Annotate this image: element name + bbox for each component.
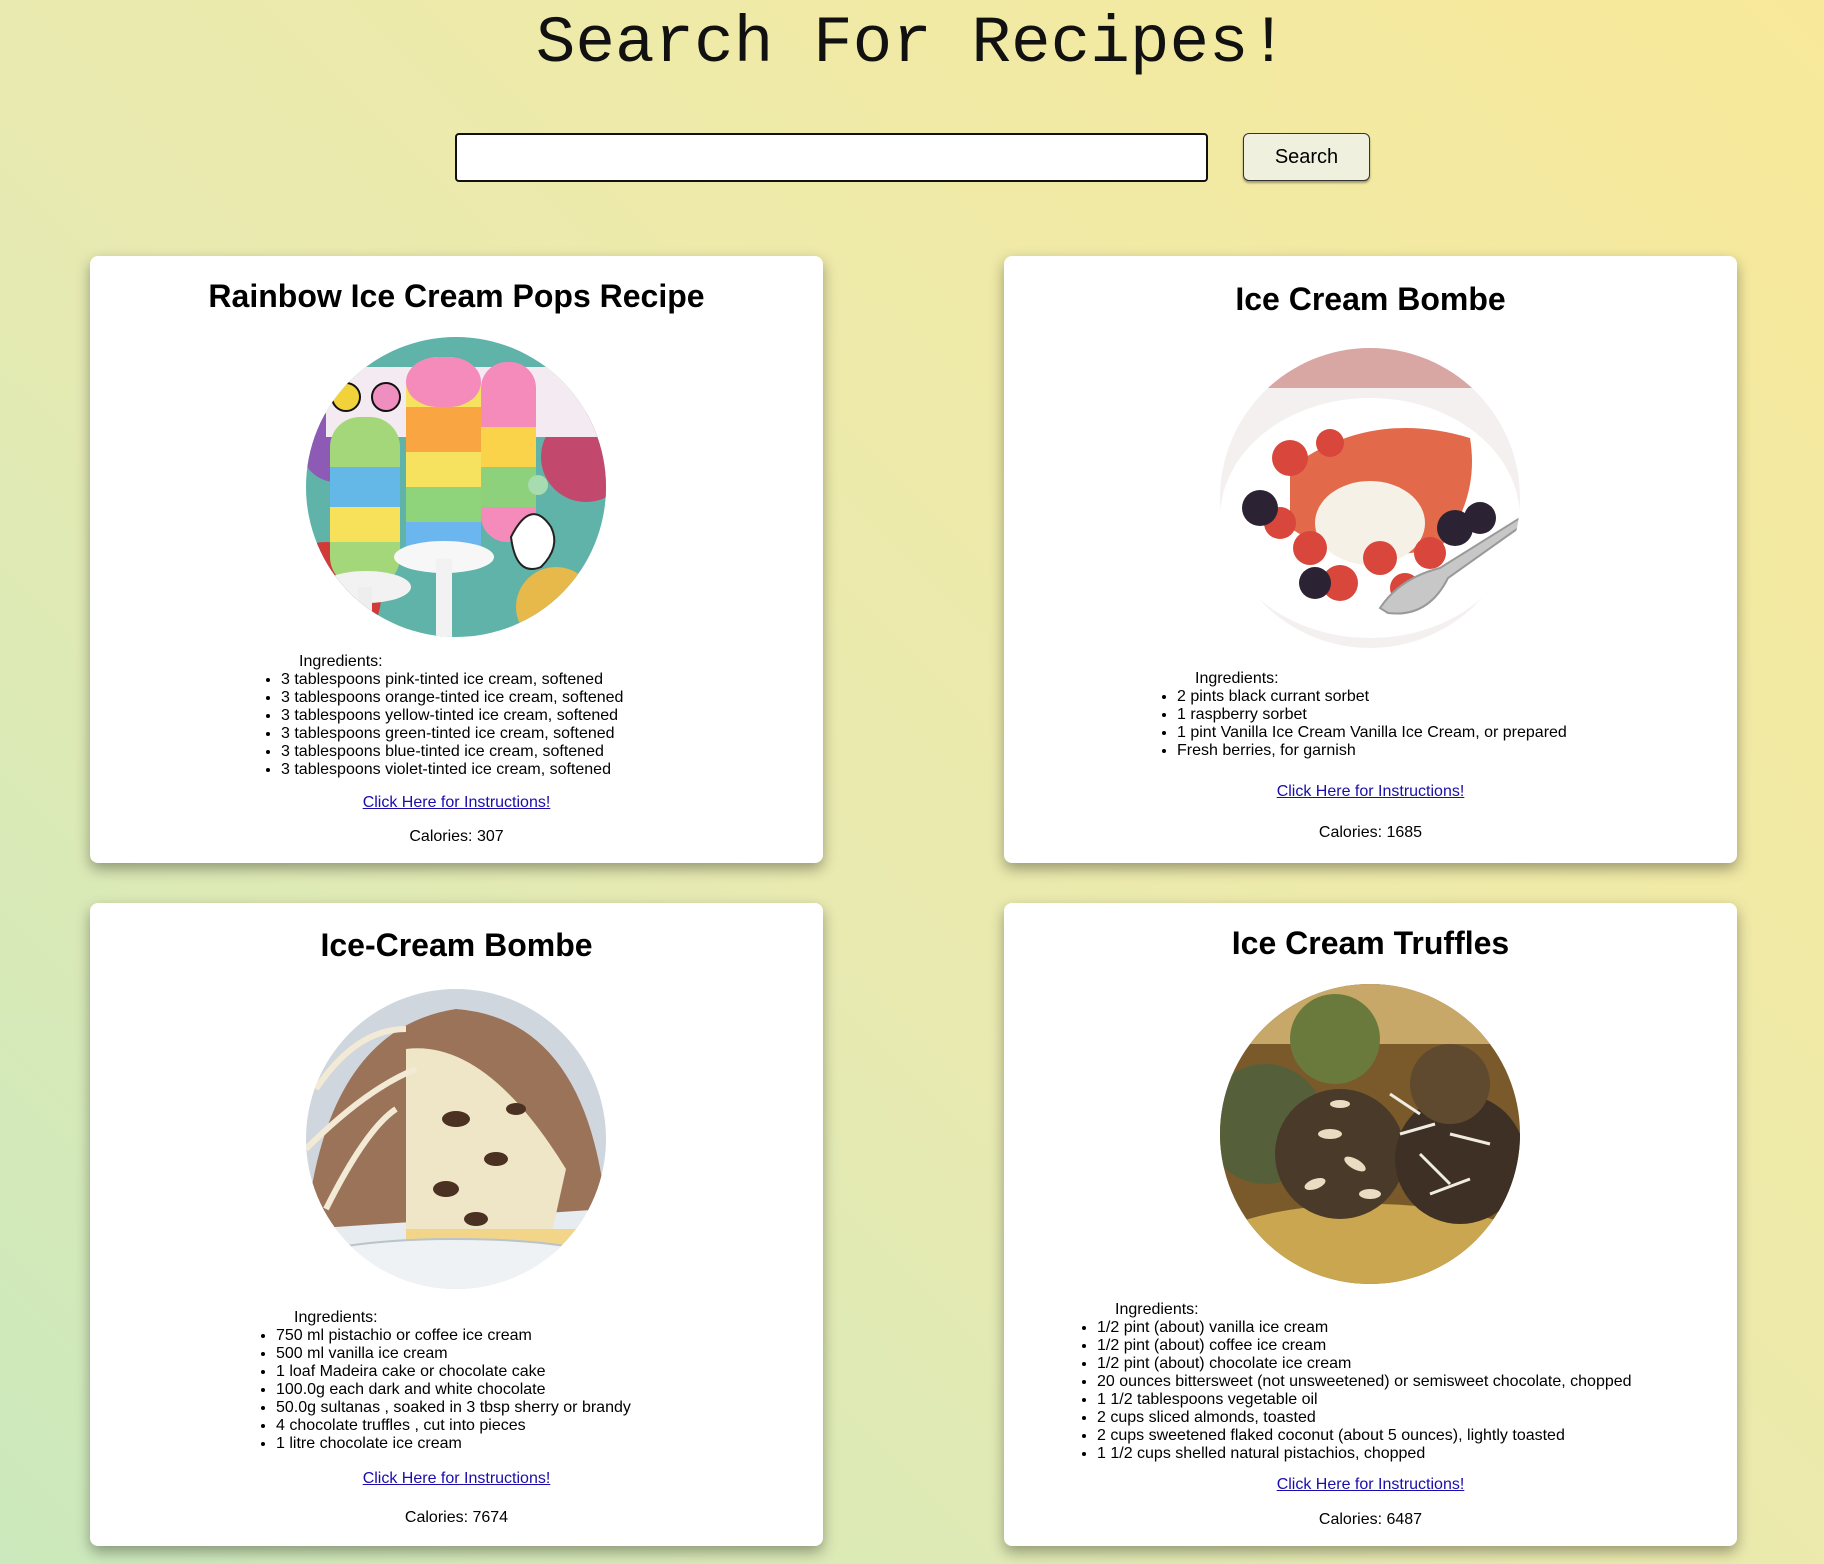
- instructions-link[interactable]: Click Here for Instructions!: [90, 794, 823, 812]
- ingredient-item: 50.0g sultanas , soaked in 3 tbsp sherry…: [276, 1399, 631, 1417]
- ingredients-section: Ingredients: 750 ml pistachio or coffee …: [276, 1309, 631, 1453]
- ingredient-item: 4 chocolate truffles , cut into pieces: [276, 1417, 631, 1435]
- ingredient-item: 750 ml pistachio or coffee ice cream: [276, 1327, 631, 1345]
- recipe-card-ice-cream-truffles: Ice Cream Truffles Ingredients: • 1/2 pi…: [1004, 903, 1737, 1546]
- ingredients-label: Ingredients:: [294, 1309, 378, 1326]
- ingredient-item: 1/2 pint (about) chocolate ice cream: [1097, 1355, 1632, 1373]
- calories-text: Calories: 6487: [1318, 1511, 1423, 1528]
- ingredients-section: Ingredients: 3 tablespoons pink-tinted i…: [281, 653, 623, 779]
- ingredient-item: 1 pint Vanilla Ice Cream Vanilla Ice Cre…: [1177, 724, 1567, 742]
- ice-cream-bombe-with-berries-photo: [1220, 348, 1520, 648]
- ingredient-item: 3 tablespoons violet-tinted ice cream, s…: [281, 761, 623, 779]
- rainbow-ice-cream-pops-photo: [306, 337, 606, 637]
- ingredient-item: 1 1/2 tablespoons vegetable oil: [1097, 1391, 1632, 1409]
- ingredient-item: 2 pints black currant sorbet: [1177, 688, 1567, 706]
- ingredient-item: 2 cups sliced almonds, toasted: [1097, 1409, 1632, 1427]
- ingredient-item: 3 tablespoons green-tinted ice cream, so…: [281, 725, 623, 743]
- ingredients-label: Ingredients:: [299, 653, 383, 670]
- ingredient-item: 3 tablespoons blue-tinted ice cream, sof…: [281, 743, 623, 761]
- ingredient-item: 1/2 pint (about) coffee ice cream: [1097, 1337, 1632, 1355]
- ingredients-list: 2 pints black currant sorbet 1 raspberry…: [1177, 688, 1567, 760]
- chocolate-ice-cream-bombe-photo: [306, 989, 606, 1289]
- ingredient-item: 500 ml vanilla ice cream: [276, 1345, 631, 1363]
- ingredient-item: 3 tablespoons yellow-tinted ice cream, s…: [281, 707, 623, 725]
- ingredient-item: 2 cups sweetened flaked coconut (about 5…: [1097, 1427, 1632, 1445]
- ingredient-item: 1 loaf Madeira cake or chocolate cake: [276, 1363, 631, 1381]
- ingredient-item: 1/2 pint (about) vanilla ice cream: [1097, 1319, 1632, 1337]
- recipe-title: Ice Cream Truffles: [1231, 925, 1510, 961]
- ingredient-item: 1 raspberry sorbet: [1177, 706, 1567, 724]
- instructions-link[interactable]: Click Here for Instructions!: [1004, 1476, 1737, 1494]
- ingredient-item: 1 litre chocolate ice cream: [276, 1435, 631, 1453]
- calories-text: Calories: 1685: [1318, 824, 1423, 841]
- ingredients-section: Ingredients: 1/2 pint (about) vanilla ic…: [1097, 1301, 1632, 1463]
- ice-cream-truffles-photo: [1220, 984, 1520, 1284]
- ingredient-item: 1 1/2 cups shelled natural pistachios, c…: [1097, 1445, 1632, 1463]
- recipe-card-ice-cream-bombe-chocolate: Ice-Cream Bombe Ingredients: 750 ml pist…: [90, 903, 823, 1546]
- ingredients-list: 1/2 pint (about) vanilla ice cream 1/2 p…: [1097, 1319, 1632, 1463]
- ingredient-item: 20 ounces bittersweet (not unsweetened) …: [1097, 1373, 1632, 1391]
- search-button[interactable]: Search: [1243, 133, 1370, 181]
- ingredients-label: Ingredients:: [1195, 670, 1279, 687]
- instructions-link[interactable]: Click Here for Instructions!: [1004, 783, 1737, 801]
- recipe-card-ice-cream-bombe: Ice Cream Bombe Ingredients: • 2 pints b…: [1004, 256, 1737, 863]
- search-input[interactable]: [455, 133, 1208, 182]
- ingredient-item: Fresh berries, for garnish: [1177, 742, 1567, 760]
- page-title: Search For Recipes!: [535, 6, 1289, 81]
- recipe-card-rainbow-pops: Rainbow Ice Cream Pops Recipe Ingredient…: [90, 256, 823, 863]
- ingredient-item: 100.0g each dark and white chocolate: [276, 1381, 631, 1399]
- recipe-title: Rainbow Ice Cream Pops Recipe: [208, 278, 705, 314]
- ingredient-item: 3 tablespoons pink-tinted ice cream, sof…: [281, 671, 623, 689]
- instructions-link[interactable]: Click Here for Instructions!: [90, 1470, 823, 1488]
- recipe-title: Ice-Cream Bombe: [320, 927, 593, 963]
- ingredient-item: 3 tablespoons orange-tinted ice cream, s…: [281, 689, 623, 707]
- recipe-title: Ice Cream Bombe: [1235, 281, 1506, 317]
- ingredients-section: Ingredients: 2 pints black currant sorbe…: [1177, 670, 1567, 760]
- calories-text: Calories: 307: [409, 828, 504, 845]
- calories-text: Calories: 7674: [404, 1509, 509, 1526]
- ingredients-list: 750 ml pistachio or coffee ice cream 500…: [276, 1327, 631, 1453]
- ingredients-list: 3 tablespoons pink-tinted ice cream, sof…: [281, 671, 623, 779]
- ingredients-label: Ingredients:: [1115, 1301, 1199, 1318]
